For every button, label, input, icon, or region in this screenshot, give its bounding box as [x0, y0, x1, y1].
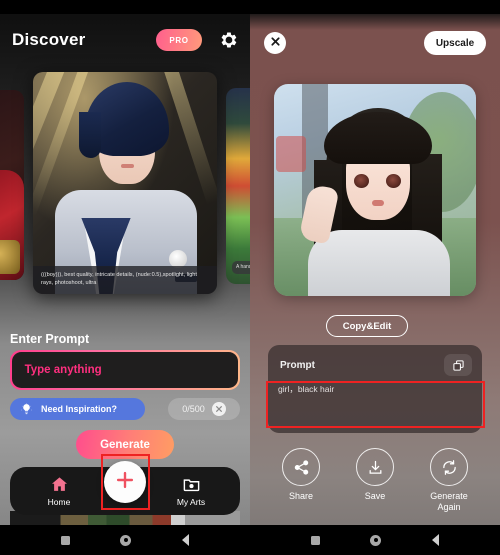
sidebar-item-home-label: Home	[47, 497, 71, 507]
create-fab-button[interactable]	[104, 461, 146, 503]
chevron-left-icon[interactable]	[181, 534, 189, 546]
generate-button-label: Generate	[100, 438, 150, 451]
pro-badge-label: PRO	[169, 35, 189, 45]
char-counter: 0/500	[182, 404, 205, 414]
artwork-mouth	[121, 164, 134, 168]
plus-icon	[114, 469, 136, 496]
prompt-card-header: Prompt	[268, 345, 482, 376]
need-inspiration-label: Need Inspiration?	[41, 404, 118, 414]
copy-edit-label: Copy&Edit	[342, 320, 392, 332]
generate-again-button-label: Generate Again	[430, 491, 468, 513]
result-header: Upscale	[250, 26, 500, 60]
discover-header: Discover PRO	[0, 20, 250, 60]
share-button-label: Share	[288, 491, 314, 501]
circle-icon[interactable]	[120, 534, 132, 546]
folder-photo-icon	[182, 475, 201, 494]
save-button[interactable]: Save	[344, 448, 406, 514]
prompt-input-wrapper[interactable]: Type anything	[10, 350, 240, 390]
carousel-card-next[interactable]: A hand… greenh…	[226, 88, 250, 284]
result-image[interactable]	[274, 84, 476, 296]
page-title: Discover	[12, 30, 86, 49]
result-figure-eye	[354, 174, 369, 188]
android-system-nav-right	[250, 525, 500, 555]
square-icon[interactable]	[61, 535, 71, 545]
close-button[interactable]	[264, 32, 286, 54]
copy-prompt-button[interactable]	[444, 354, 472, 376]
generate-button[interactable]: Generate	[76, 430, 174, 459]
discover-screen: Discover PRO A hand… greenh…	[0, 0, 250, 555]
result-screen: Upscale Copy&Edit Prompt girl，black hair…	[250, 0, 500, 555]
dual-screen-container: Discover PRO A hand… greenh…	[0, 0, 500, 555]
generate-again-button[interactable]: Generate Again	[418, 448, 480, 514]
refresh-icon	[441, 459, 458, 476]
copy-edit-button[interactable]: Copy&Edit	[326, 315, 408, 337]
prompt-card: Prompt girl，black hair	[268, 345, 482, 433]
prompt-card-label: Prompt	[280, 359, 315, 371]
need-inspiration-button[interactable]: Need Inspiration?	[10, 398, 145, 420]
sidebar-item-my-arts[interactable]: My Arts	[164, 475, 218, 507]
result-bg-sign	[276, 136, 306, 172]
artwork-hair	[79, 82, 169, 158]
home-icon	[50, 475, 69, 494]
android-system-nav-left	[0, 525, 250, 555]
carousel-card-caption: (((boy))), best quality, intricate detai…	[33, 265, 217, 294]
light-ray	[161, 72, 217, 205]
share-button-circle	[282, 448, 320, 486]
result-actions: Share Save Generate Again	[250, 448, 500, 514]
carousel-card-previous[interactable]	[0, 90, 24, 280]
lightbulb-icon	[20, 402, 33, 416]
pro-badge[interactable]: PRO	[156, 29, 202, 51]
create-fab-wrapper[interactable]	[104, 461, 146, 503]
save-button-label: Save	[364, 491, 386, 501]
share-button[interactable]: Share	[270, 448, 332, 514]
square-icon[interactable]	[311, 535, 321, 545]
enter-prompt-label: Enter Prompt	[10, 332, 90, 346]
carousel-card-active[interactable]: (((boy))), best quality, intricate detai…	[33, 72, 217, 294]
sidebar-item-my-arts-label: My Arts	[176, 497, 206, 507]
close-icon	[270, 34, 281, 52]
copy-icon	[452, 359, 465, 372]
upscale-button[interactable]: Upscale	[424, 31, 486, 55]
download-icon	[367, 459, 384, 476]
carousel-next-caption: A hand… greenh…	[232, 261, 250, 274]
close-icon[interactable]	[211, 402, 226, 416]
circle-icon[interactable]	[370, 534, 382, 546]
discover-carousel[interactable]: A hand… greenh… (((boy)	[0, 68, 250, 298]
prompt-input[interactable]: Type anything	[11, 351, 239, 389]
upscale-button-label: Upscale	[435, 37, 475, 49]
save-button-circle	[356, 448, 394, 486]
gear-icon[interactable]	[220, 31, 238, 49]
result-figure-eye	[386, 174, 401, 188]
sidebar-item-home[interactable]: Home	[32, 475, 86, 507]
result-figure-body	[308, 230, 450, 296]
prompt-text-value[interactable]: girl，black hair	[278, 383, 474, 395]
chevron-left-icon[interactable]	[431, 534, 439, 546]
share-icon	[293, 459, 310, 476]
char-counter-pill: 0/500	[168, 398, 240, 420]
generate-again-button-circle	[430, 448, 468, 486]
result-figure-mouth	[372, 200, 384, 206]
